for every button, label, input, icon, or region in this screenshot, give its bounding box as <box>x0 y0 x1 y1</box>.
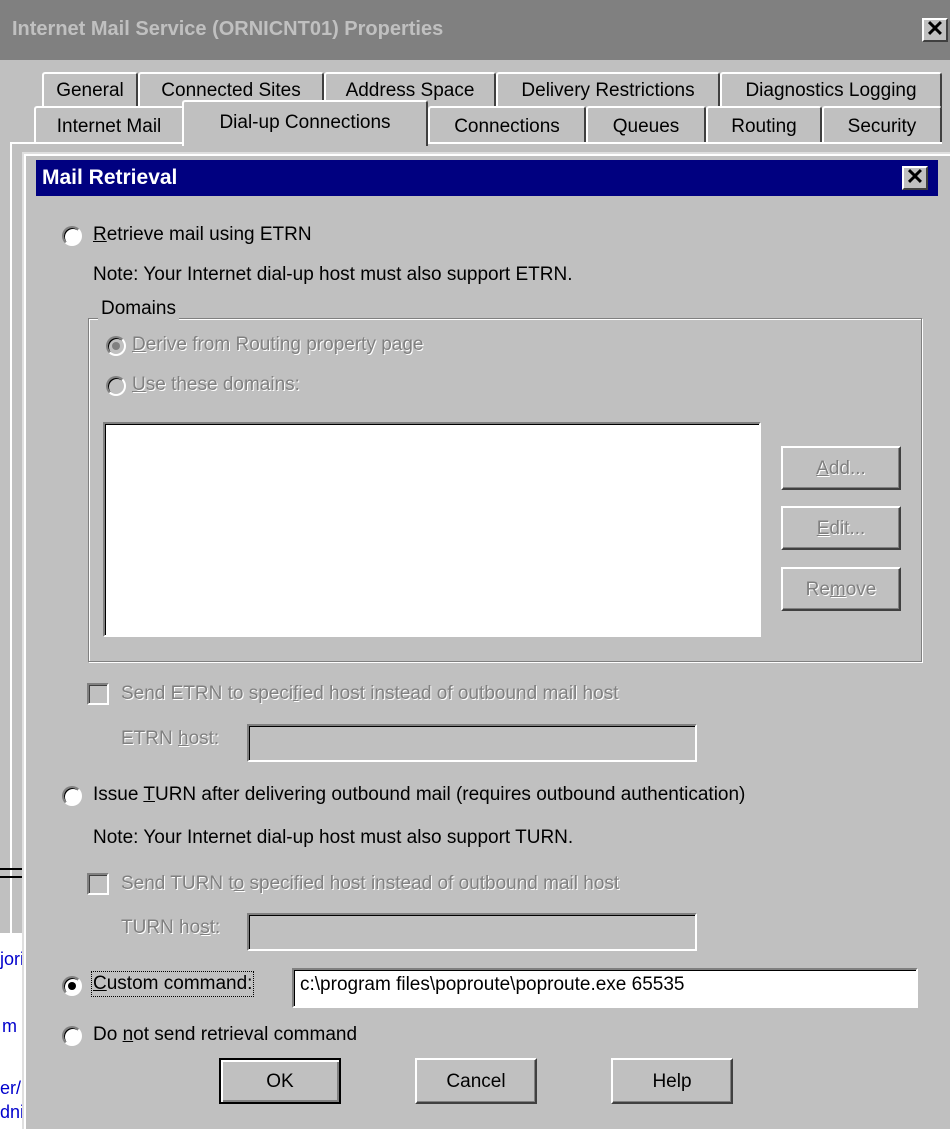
tab-security[interactable]: Security <box>822 106 942 144</box>
custom-command-radio[interactable] <box>62 976 82 996</box>
no-retrieval-label[interactable]: Do not send retrieval command <box>93 1024 357 1046</box>
custom-command-input[interactable]: c:\program files\poproute\poproute.exe 6… <box>292 968 918 1008</box>
tab-general[interactable]: General <box>42 72 138 108</box>
domains-listbox[interactable] <box>103 422 761 637</box>
ok-button[interactable]: OK <box>219 1058 341 1104</box>
turn-radio-label[interactable]: Issue TURN after delivering outbound mai… <box>93 784 745 806</box>
background-separator <box>0 868 22 870</box>
outer-title-bar: Internet Mail Service (ORNICNT01) Proper… <box>0 0 950 60</box>
use-domains-radio[interactable] <box>106 376 126 396</box>
send-turn-label[interactable]: Send TURN to specified host instead of o… <box>121 873 619 895</box>
turn-host-label: TURN host: <box>121 917 221 938</box>
send-etrn-checkbox[interactable] <box>87 683 109 705</box>
tab-connections[interactable]: Connections <box>428 106 586 144</box>
tab-diagnostics-logging[interactable]: Diagnostics Logging <box>720 72 942 108</box>
tab-routing[interactable]: Routing <box>706 106 822 144</box>
background-link-text: dni <box>0 1102 22 1122</box>
remove-domain-button[interactable]: Remove <box>781 567 901 611</box>
use-domains-label[interactable]: Use these domains: <box>132 374 300 396</box>
dialog-close-icon[interactable]: ✕ <box>902 166 928 190</box>
derive-domains-label[interactable]: Derive from Routing property page <box>132 334 424 356</box>
tab-dial-up-connections[interactable]: Dial-up Connections <box>182 100 428 146</box>
background-link-text: er/( <box>0 1078 22 1098</box>
domains-legend: Domains <box>98 298 179 320</box>
add-domain-button[interactable]: Add... <box>781 446 901 490</box>
tab-delivery-restrictions[interactable]: Delivery Restrictions <box>496 72 720 108</box>
send-etrn-label[interactable]: Send ETRN to specified host instead of o… <box>121 683 618 705</box>
turn-radio[interactable] <box>62 786 82 806</box>
no-retrieval-radio[interactable] <box>62 1026 82 1046</box>
etrn-host-label: ETRN host: <box>121 728 220 749</box>
background-separator <box>0 876 22 878</box>
etrn-radio[interactable] <box>62 226 82 246</box>
help-button[interactable]: Help <box>611 1058 733 1104</box>
cancel-button[interactable]: Cancel <box>415 1058 537 1104</box>
send-turn-checkbox[interactable] <box>87 873 109 895</box>
custom-command-label[interactable]: Custom command: <box>90 971 255 997</box>
etrn-radio-label[interactable]: Retrieve mail using ETRN <box>93 224 312 246</box>
derive-domains-radio[interactable] <box>106 336 126 356</box>
edit-domain-button[interactable]: Edit... <box>781 506 901 550</box>
tab-internet-mail[interactable]: Internet Mail <box>34 106 184 144</box>
background-link-text: jori <box>0 949 22 969</box>
dialog-title: Mail Retrieval <box>42 166 178 189</box>
outer-close-icon[interactable]: ✕ <box>922 18 948 42</box>
etrn-note: Note: Your Internet dial-up host must al… <box>93 264 573 285</box>
dialog-title-bar: Mail Retrieval ✕ <box>36 160 938 196</box>
background-link-text: m <box>2 1016 17 1036</box>
outer-window-title: Internet Mail Service (ORNICNT01) Proper… <box>12 18 444 40</box>
turn-host-input[interactable] <box>247 913 697 951</box>
turn-note: Note: Your Internet dial-up host must al… <box>93 827 574 848</box>
etrn-host-input[interactable] <box>247 724 697 762</box>
tab-queues[interactable]: Queues <box>586 106 706 144</box>
